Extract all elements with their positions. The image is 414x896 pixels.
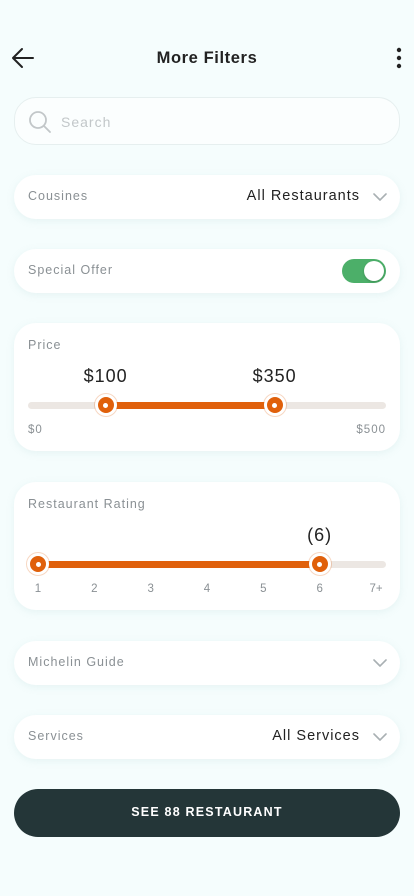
services-value: All Services bbox=[272, 728, 360, 744]
cuisines-value: All Restaurants bbox=[246, 188, 360, 204]
search-bar bbox=[14, 97, 400, 145]
toggle-knob bbox=[364, 261, 384, 281]
special-offer-label: Special Offer bbox=[28, 263, 114, 277]
services-label: Services bbox=[28, 729, 84, 743]
rating-tick-label: 7+ bbox=[369, 583, 383, 595]
price-low-value: $100 bbox=[83, 366, 128, 386]
rating-tick-label: 4 bbox=[203, 583, 211, 595]
price-high-value: $350 bbox=[252, 366, 297, 386]
special-offer-row: Special Offer bbox=[14, 249, 400, 293]
services-dropdown[interactable]: Services All Services bbox=[14, 715, 400, 759]
more-vertical-icon bbox=[396, 47, 402, 69]
rating-slider-track[interactable] bbox=[28, 561, 386, 568]
price-min-label: $0 bbox=[28, 424, 43, 436]
rating-low-thumb[interactable] bbox=[27, 553, 49, 575]
header-bar: More Filters bbox=[0, 36, 414, 80]
rating-label: Restaurant Rating bbox=[28, 497, 146, 511]
michelin-guide-dropdown[interactable]: Michelin Guide bbox=[14, 641, 400, 685]
chevron-down-icon bbox=[373, 733, 387, 741]
special-offer-toggle[interactable] bbox=[342, 259, 386, 283]
rating-slider-fill bbox=[38, 561, 320, 568]
chevron-down-icon bbox=[373, 659, 387, 667]
rating-selected-value: (6) bbox=[307, 525, 333, 545]
rating-high-thumb[interactable] bbox=[308, 553, 331, 575]
rating-tick-label: 1 bbox=[34, 583, 42, 595]
price-label: Price bbox=[28, 338, 62, 352]
cuisines-label: Cousines bbox=[28, 189, 89, 203]
cuisines-dropdown[interactable]: Cousines All Restaurants bbox=[14, 175, 400, 219]
rating-tick-label: 5 bbox=[260, 583, 267, 595]
see-restaurants-button[interactable]: SEE 88 RESTAURANT bbox=[14, 789, 400, 837]
see-restaurants-label: SEE 88 RESTAURANT bbox=[131, 805, 283, 819]
more-options-button[interactable] bbox=[392, 44, 406, 72]
page-title: More Filters bbox=[156, 49, 258, 67]
search-input[interactable] bbox=[61, 110, 381, 134]
rating-filter-card: Restaurant Rating (6) 1 2 3 4 5 6 7+ bbox=[14, 482, 400, 610]
rating-tick-label: 3 bbox=[147, 583, 154, 595]
price-low-thumb[interactable] bbox=[94, 394, 117, 416]
rating-tick-label: 6 bbox=[316, 583, 323, 595]
price-max-label: $500 bbox=[356, 424, 386, 436]
price-high-thumb[interactable] bbox=[263, 394, 286, 416]
price-filter-card: Price $100 $350 $0 $500 bbox=[14, 323, 400, 451]
chevron-down-icon bbox=[373, 193, 387, 201]
search-icon bbox=[29, 111, 51, 133]
price-slider-fill bbox=[105, 402, 275, 409]
michelin-guide-label: Michelin Guide bbox=[28, 655, 125, 669]
price-slider-track[interactable] bbox=[28, 402, 386, 409]
rating-tick-label: 2 bbox=[91, 583, 98, 595]
